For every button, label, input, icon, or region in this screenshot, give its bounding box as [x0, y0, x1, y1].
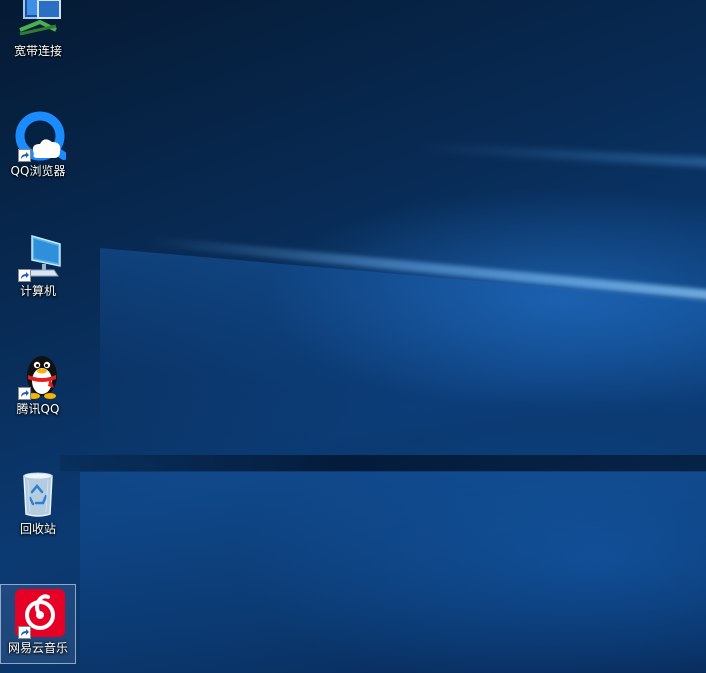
desktop-icon-recycle-bin[interactable]: 回收站	[0, 466, 76, 546]
icon-label: 回收站	[19, 522, 56, 536]
wallpaper-light-beam	[149, 236, 706, 306]
computer-icon	[10, 230, 66, 282]
desktop[interactable]: 宽带连接 QQ浏览器 计算机 腾讯QQ 回收站 网易云音乐	[0, 0, 706, 673]
wallpaper-light-panel-lower	[80, 472, 706, 672]
wallpaper-shadow-band	[60, 455, 706, 471]
icon-label: 计算机	[19, 284, 56, 298]
icon-label: QQ浏览器	[10, 164, 66, 178]
shortcut-arrow-icon	[18, 269, 31, 282]
wallpaper-light-beam-upper	[419, 142, 706, 168]
network-icon	[10, 0, 66, 42]
icon-label: 网易云音乐	[7, 641, 68, 655]
desktop-icon-qq[interactable]: 腾讯QQ	[0, 346, 76, 426]
desktop-icon-qq-browser[interactable]: QQ浏览器	[0, 108, 76, 188]
shortcut-arrow-icon	[18, 149, 31, 162]
qq-penguin-icon	[10, 348, 66, 400]
netease-music-icon	[10, 587, 66, 639]
desktop-icon-broadband[interactable]: 宽带连接	[0, 0, 76, 68]
desktop-icon-computer[interactable]: 计算机	[0, 228, 76, 308]
shortcut-arrow-icon	[18, 387, 31, 400]
wallpaper-light-panel	[100, 248, 706, 506]
qq-browser-icon	[10, 110, 66, 162]
shortcut-arrow-icon	[18, 626, 31, 639]
icon-label: 宽带连接	[13, 44, 62, 58]
icon-label: 腾讯QQ	[16, 402, 60, 416]
desktop-icon-netease-music[interactable]: 网易云音乐	[0, 584, 76, 664]
recycle-bin-icon	[10, 468, 66, 520]
